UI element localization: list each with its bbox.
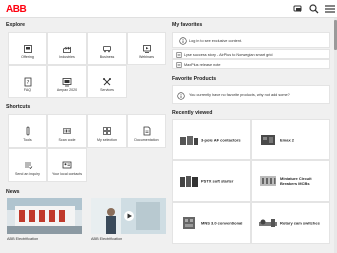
product-name: Rotary cam switches [280,220,320,226]
recent-product-card[interactable]: Rotary cam switches [251,202,330,244]
shortcuts-title: Shortcuts [6,104,31,110]
info-icon [179,37,187,45]
tools-icon [26,126,29,136]
tile-offering[interactable]: Offering [8,32,47,65]
business-icon [103,46,111,53]
faq-icon: ? [24,77,31,87]
tile-label: Scan code [58,138,76,142]
menu-icon[interactable] [324,3,336,15]
app-header: ABB [0,0,337,18]
login-text: Log in to see exclusive content. [189,38,242,43]
svg-text:?: ? [26,80,29,86]
favorites-title: My favorites [172,22,203,28]
news-image [91,198,166,234]
tile-industries[interactable]: Industries [47,32,87,65]
favorite-products-empty-text: You currently have no favorite products,… [189,93,290,97]
tile-label: Ampax 2020 [56,88,78,92]
recent-product-card[interactable]: 3-pole AF contactors [172,119,251,160]
document-icon [176,62,182,68]
tile-local-contacts[interactable]: Your local contacts [47,148,87,182]
explore-title: Explore [6,22,26,28]
tile-tools[interactable]: Tools [8,114,47,148]
document-icon [176,52,182,58]
tile-webinars[interactable]: Webinars [127,32,166,65]
product-image [260,176,276,186]
product-image [183,217,195,229]
tile-label: Industries [59,55,75,59]
favorite-row-text: MaxPlus release note [184,63,221,67]
tile-label: Documentation [134,138,159,142]
tile-ampax[interactable]: Ampax 2020 [47,65,87,98]
news-image [7,198,82,234]
favorite-row[interactable]: Lyse success story - AirPlus to Norwegia… [172,49,330,59]
tile-send-inquiry[interactable]: Send an inquiry [8,148,47,182]
services-icon [103,78,111,86]
recent-product-card[interactable]: PSTX soft starter [172,160,251,202]
news-caption: ABB Electrification [7,237,39,241]
tile-scan-code[interactable]: Scan code [47,114,87,148]
industries-icon [63,46,71,53]
recently-viewed-title: Recently viewed [172,110,213,116]
tile-label: Send an inquiry [15,172,40,176]
grid-icon [103,127,111,135]
recent-product-card[interactable]: Emax 2 [251,119,330,160]
barcode-icon [63,128,71,134]
tile-faq[interactable]: ? FAQ [8,65,47,98]
news-title: News [6,189,20,195]
tile-label: Webinars [138,55,155,59]
news-caption: ABB Electrification [91,237,123,241]
favorite-row-text: Lyse success story - AirPlus to Norwegia… [184,53,273,57]
abb-logo[interactable]: ABB [6,4,27,15]
login-card[interactable]: Log in to see exclusive content. [172,32,330,48]
news-card[interactable]: ABB Electrification [91,198,166,241]
product-name: PSTX soft starter [201,178,234,184]
tile-label: Business [99,55,115,59]
product-image [261,134,275,145]
tile-my-selection[interactable]: My selection [87,114,127,148]
contacts-icon [62,161,72,169]
favorite-products-title: Favorite Products [172,76,217,82]
product-name: MNS 3.0 conventional [201,220,243,226]
recent-product-card[interactable]: Miniature Circuit Breakers MCBs [251,160,330,202]
tile-label: Tools [23,138,32,142]
tile-services[interactable]: Services [87,65,127,98]
product-name: 3-pole AF contactors [201,137,241,142]
chat-icon[interactable] [292,3,304,15]
recent-product-card[interactable]: MNS 3.0 conventional [172,202,251,244]
offering-icon [23,45,32,53]
product-image [259,219,277,227]
product-name: Miniature Circuit Breakers MCBs [280,176,312,186]
tile-business[interactable]: Business [87,32,127,65]
tile-label: My selection [97,138,117,142]
tile-label: FAQ [23,88,32,92]
product-image [180,135,198,145]
tile-label: Services [100,88,114,92]
tile-label: Your local contacts [51,172,83,176]
search-icon[interactable] [308,3,320,15]
favorite-products-empty-card: You currently have no favorite products,… [172,85,330,104]
news-card[interactable]: ABB Electrification [7,198,82,241]
product-name: Emax 2 [280,137,295,142]
product-image [180,176,198,187]
favorite-row[interactable]: MaxPlus release note [172,59,330,69]
inquiry-icon [24,162,32,170]
ampax-icon [62,78,72,87]
webinars-icon [142,45,151,53]
tile-label: Offering [21,55,34,59]
tile-documentation[interactable]: Documentation [127,114,166,148]
document-icon [143,126,150,136]
info-icon [177,91,185,100]
